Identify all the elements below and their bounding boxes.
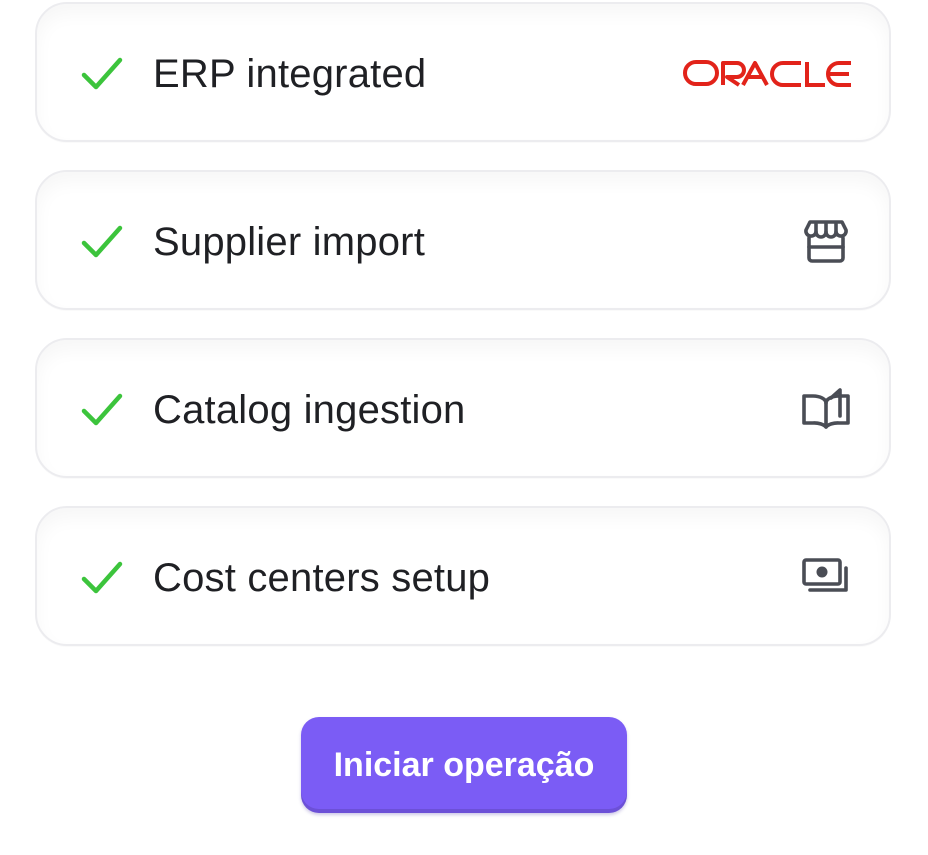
storefront-icon <box>804 220 848 263</box>
check-icon <box>81 393 123 426</box>
check-icon <box>81 57 123 90</box>
step-label: Catalog ingestion <box>153 388 466 432</box>
step-card-catalog: Catalog ingestion <box>35 338 891 478</box>
money-icon <box>802 558 848 592</box>
step-label: ERP integrated <box>153 52 427 96</box>
step-card-supplier: Supplier import <box>35 170 891 310</box>
book-open-icon <box>802 388 850 429</box>
check-icon <box>81 561 123 594</box>
step-label: Cost centers setup <box>153 556 491 600</box>
start-operation-button[interactable]: Iniciar operação <box>301 717 627 813</box>
step-label: Supplier import <box>153 220 426 264</box>
check-icon <box>81 225 123 258</box>
step-card-cost-centers: Cost centers setup <box>35 506 891 646</box>
oracle-logo <box>683 60 851 87</box>
step-card-erp: ERP integrated <box>35 2 891 142</box>
